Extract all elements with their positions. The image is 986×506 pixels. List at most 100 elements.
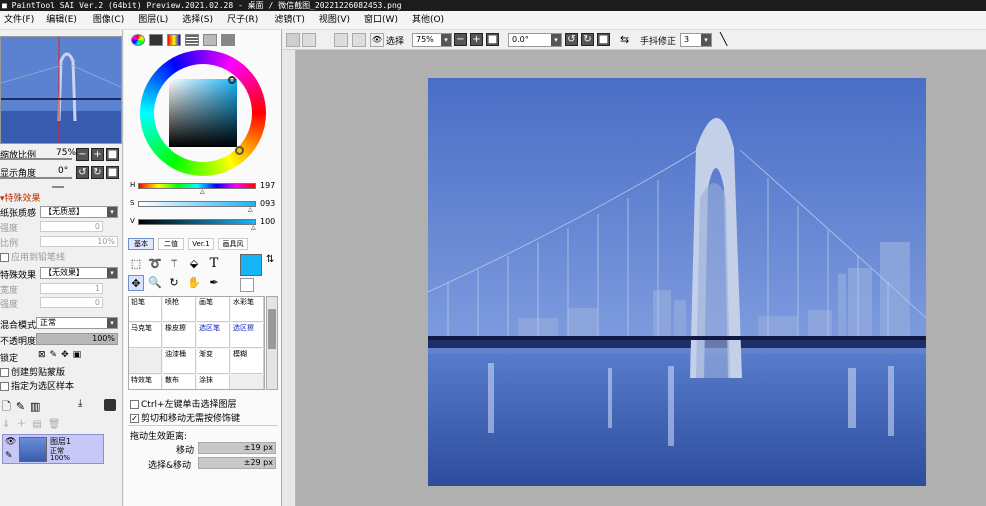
flip-icon[interactable]: ⇆ [620, 33, 629, 46]
pressure-icon[interactable]: ╲ [720, 32, 727, 46]
strength-field[interactable]: 0 [40, 221, 103, 232]
select-move-distance-slider[interactable]: ±29 px [198, 457, 276, 469]
deselect-icon[interactable] [334, 33, 348, 47]
zoom-slider[interactable] [0, 158, 72, 160]
saturation-value-square[interactable] [169, 79, 237, 147]
swatches-tab-icon[interactable] [203, 34, 217, 46]
ctrl-click-option[interactable]: Ctrl+左键单击选择图层 [130, 397, 237, 410]
brush-gradient[interactable]: 渐变 [197, 349, 230, 374]
stabilizer-select[interactable]: 3 ▾ [680, 33, 712, 47]
canvas-image[interactable] [428, 78, 926, 486]
eye-icon[interactable]: 👁 [5, 437, 16, 447]
menu-window[interactable]: 窗口(W) [362, 11, 400, 30]
menu-select[interactable]: 选择(S) [180, 11, 215, 30]
sv-cursor[interactable] [228, 76, 236, 84]
angle-select[interactable]: 0.0° ▾ [508, 33, 562, 47]
nav-zoom-reset-button[interactable]: ■ [106, 148, 119, 161]
brush-empty-2[interactable] [231, 375, 264, 389]
brush-select-pen[interactable]: 选区笔 [197, 323, 230, 348]
hsv-slider-tab-icon[interactable] [167, 34, 181, 46]
selection-visibility-icon[interactable]: 👁 [370, 33, 384, 47]
mixer-tab-icon[interactable] [185, 34, 199, 46]
move-icon[interactable]: ✥ [128, 275, 144, 291]
foreground-color-swatch[interactable] [240, 254, 262, 276]
menu-view[interactable]: 视图(V) [317, 11, 352, 30]
zoom-icon[interactable]: 🔍 [147, 275, 163, 291]
clipping-checkbox[interactable] [0, 368, 9, 377]
eyedropper-icon[interactable]: ✒ [206, 275, 222, 291]
brush-pencil[interactable]: 铅笔 [129, 297, 162, 322]
text-icon[interactable]: T [206, 256, 222, 272]
menu-filter[interactable]: 滤镜(T) [272, 11, 307, 30]
transparent-color-icon[interactable] [240, 278, 254, 292]
hand-icon[interactable]: ✋ [186, 275, 202, 291]
s-slider-thumb-icon[interactable]: △ [248, 206, 253, 213]
invert-selection-icon[interactable] [352, 33, 366, 47]
rotate-icon[interactable]: ↻ [166, 275, 182, 291]
blend-mode-select[interactable]: 正常 ▾ [36, 317, 118, 329]
special-effect-select[interactable]: 【无效果】 ▾ [40, 267, 118, 279]
menu-layer[interactable]: 图层(L) [136, 11, 170, 30]
hue-cursor[interactable] [235, 146, 244, 155]
layer-merge-icon[interactable]: ⤓ [78, 398, 82, 409]
selection-source-checkbox[interactable] [0, 382, 9, 391]
hue-ring[interactable] [140, 50, 266, 176]
value-slider[interactable] [138, 219, 256, 225]
nav-rotate-reset-button[interactable]: ■ [106, 166, 119, 179]
rotate-right-button[interactable]: ↻ [581, 33, 594, 46]
navigator-preview[interactable] [0, 36, 122, 144]
brush-effect-pen[interactable]: 特效笔 [129, 375, 162, 389]
opacity-slider[interactable]: 100% [36, 333, 118, 345]
lasso-icon[interactable]: ➰ [147, 256, 163, 272]
nav-rotate-left-button[interactable]: ↺ [76, 166, 89, 179]
v-slider-thumb-icon[interactable]: △ [251, 224, 256, 231]
paper-texture-select[interactable]: 【无质感】 ▾ [40, 206, 118, 218]
brush-smudge[interactable]: 涂抹 [197, 375, 230, 389]
brush-eraser[interactable]: 橡皮擦 [163, 323, 196, 348]
h-slider-thumb-icon[interactable]: △ [200, 188, 205, 195]
rgb-slider-tab-icon[interactable] [149, 34, 163, 46]
selection-source-option[interactable]: 指定为选区样本 [0, 379, 74, 392]
rect-select-icon[interactable]: ⬚ [128, 256, 144, 272]
redo-icon[interactable] [302, 33, 316, 47]
panel-divider[interactable] [52, 186, 64, 188]
tab-basic[interactable]: 基本 [128, 238, 154, 250]
lock-icons[interactable]: ⊠✎✥▣ [38, 350, 85, 360]
zoom-select[interactable]: 75% ▾ [412, 33, 452, 47]
menu-ruler[interactable]: 尺子(R) [225, 11, 260, 30]
layer-mask-icon[interactable] [104, 399, 116, 411]
menu-edit[interactable]: 编辑(E) [44, 11, 79, 30]
menu-image[interactable]: 图像(C) [91, 11, 126, 30]
menu-other[interactable]: 其他(O) [410, 11, 446, 30]
menu-file[interactable]: 文件(F) [2, 11, 36, 30]
magic-wand-icon[interactable]: ⚚ [166, 256, 182, 272]
nav-rotate-right-button[interactable]: ↻ [91, 166, 104, 179]
zoom-reset-button[interactable]: ■ [486, 33, 499, 46]
undo-icon[interactable] [286, 33, 300, 47]
brush-blur[interactable]: 模糊 [231, 349, 264, 374]
panel-splitter[interactable] [282, 50, 296, 506]
brush-brush[interactable]: 画笔 [197, 297, 230, 322]
rotate-reset-button[interactable]: ■ [597, 33, 610, 46]
saturation-slider[interactable] [138, 201, 256, 207]
nav-zoom-out-button[interactable]: − [76, 148, 89, 161]
brush-airbrush[interactable]: 喷枪 [163, 297, 196, 322]
zoom-out-button[interactable]: − [454, 33, 467, 46]
angle-slider[interactable] [0, 177, 72, 179]
cut-move-checkbox[interactable]: ✓ [130, 414, 139, 423]
strength2-field[interactable]: 0 [40, 297, 103, 308]
nav-zoom-in-button[interactable]: + [91, 148, 104, 161]
brush-marker[interactable]: 马克笔 [129, 323, 162, 348]
tab-ver1[interactable]: Ver.1 [188, 238, 214, 250]
brush-scrollbar[interactable] [266, 296, 278, 390]
brush-bucket[interactable]: 油漆桶 [163, 349, 196, 374]
width-field[interactable]: 1 [40, 283, 103, 294]
zoom-in-button[interactable]: + [470, 33, 483, 46]
color-wheel-tab-icon[interactable] [131, 34, 145, 46]
move-distance-slider[interactable]: ±19 px [198, 442, 276, 454]
rotate-left-button[interactable]: ↺ [565, 33, 578, 46]
hue-slider[interactable] [138, 183, 256, 189]
brush-scatter[interactable]: 散布 [163, 375, 196, 389]
fill-shape-icon[interactable]: ⬙ [186, 256, 202, 272]
swap-colors-icon[interactable]: ⇅ [266, 254, 274, 265]
